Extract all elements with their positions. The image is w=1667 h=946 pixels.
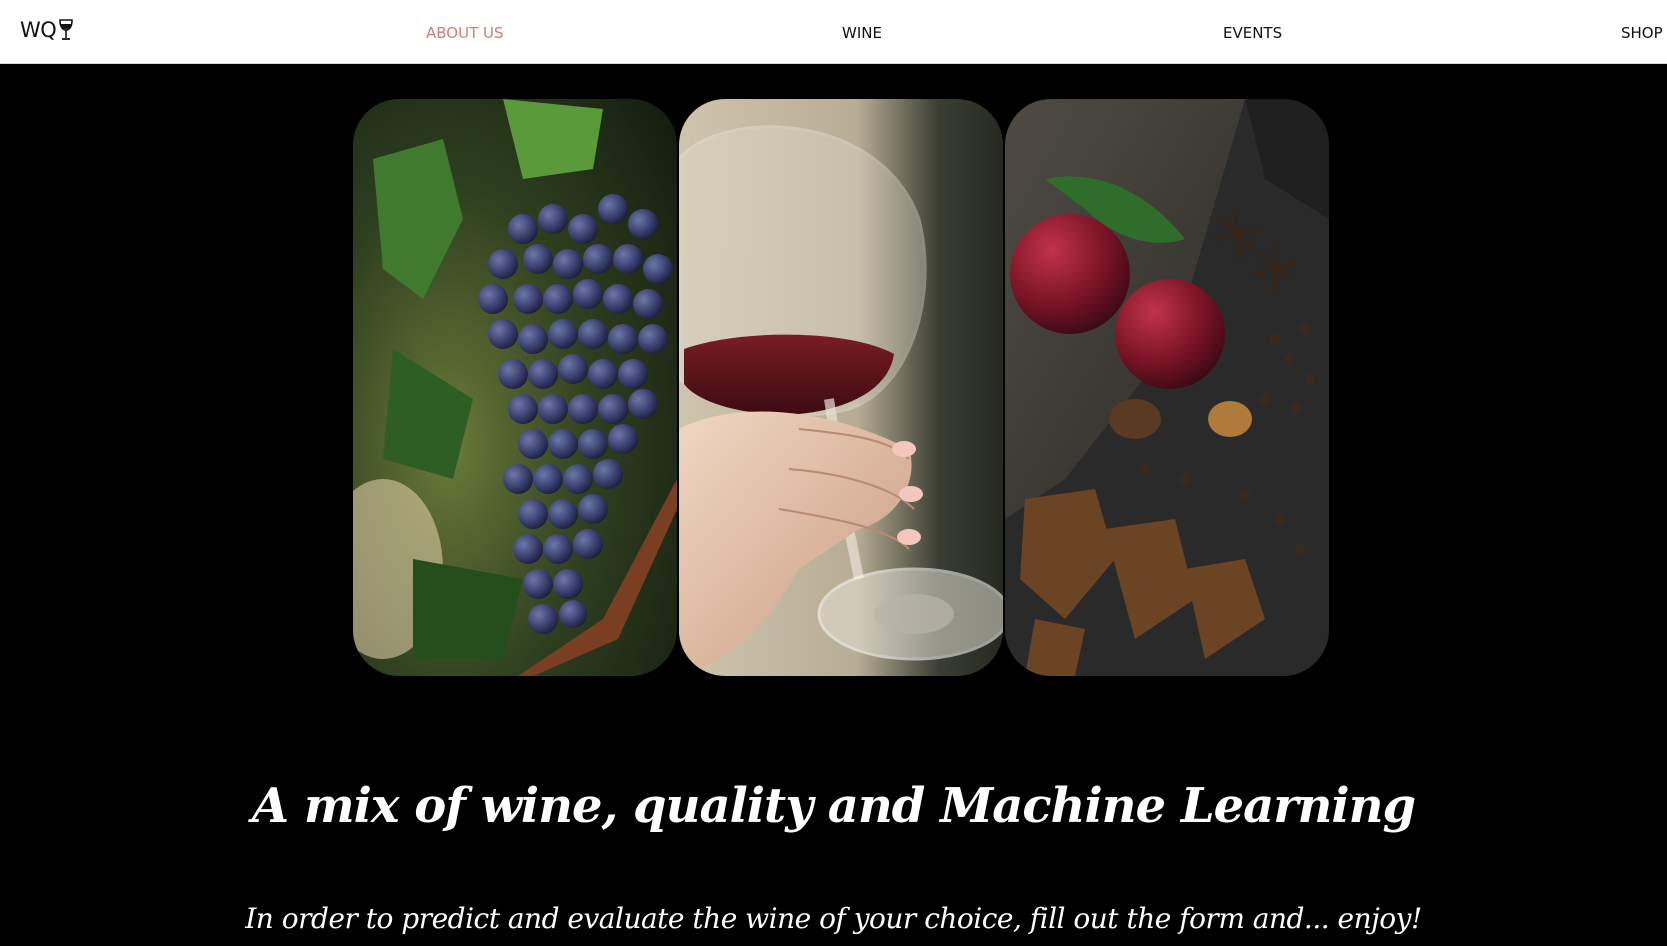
hero-subline: In order to predict and evaluate the win… xyxy=(245,902,1422,935)
wine-glass-icon xyxy=(59,19,74,40)
wine-glass-image xyxy=(679,99,1003,676)
grapes-image xyxy=(353,99,677,676)
hero-gallery xyxy=(353,99,1329,676)
nav-link-events[interactable]: EVENTS xyxy=(1223,24,1282,42)
hero-headline: A mix of wine, quality and Machine Learn… xyxy=(251,778,1416,835)
nav-link-about-us[interactable]: ABOUT US xyxy=(426,24,504,42)
plums-spices-image xyxy=(1005,99,1329,676)
nav-link-shop[interactable]: SHOP xyxy=(1621,24,1663,42)
top-navbar: WQ ABOUT US WINE EVENTS SHOP xyxy=(0,0,1667,64)
logo-text: WQ xyxy=(20,18,57,42)
brand-logo[interactable]: WQ xyxy=(20,18,74,42)
nav-link-wine[interactable]: WINE xyxy=(842,24,882,42)
